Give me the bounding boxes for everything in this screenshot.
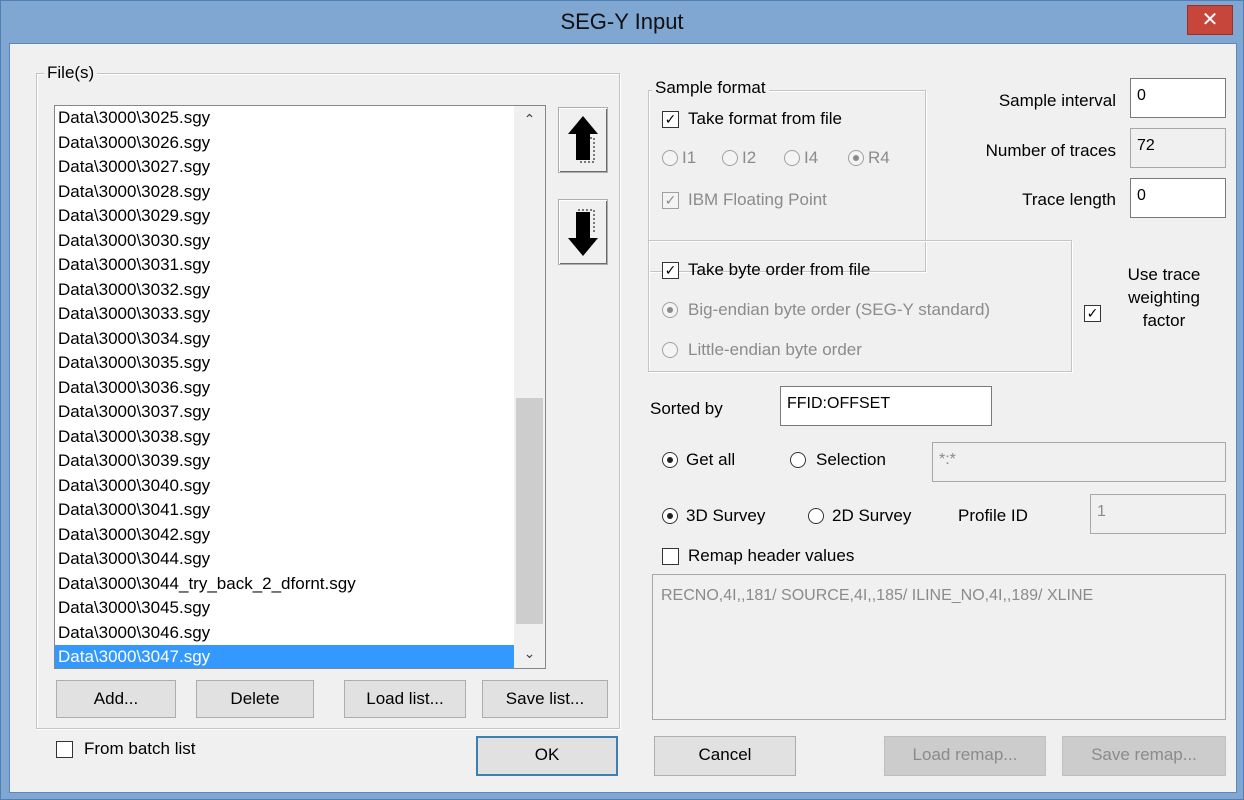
close-button[interactable]: ✕: [1187, 5, 1233, 35]
ibm-floating-point-label: IBM Floating Point: [688, 190, 827, 209]
remap-header-label: Remap header values: [688, 546, 855, 565]
file-list-item[interactable]: Data\3000\3034.sgy: [55, 327, 545, 352]
file-list-item[interactable]: Data\3000\3046.sgy: [55, 621, 545, 646]
file-list-item[interactable]: Data\3000\3036.sgy: [55, 376, 545, 401]
file-list-scrollbar[interactable]: ⌃ ⌄: [514, 106, 545, 668]
load-remap-button[interactable]: Load remap...: [884, 736, 1046, 776]
get-all-label: Get all: [686, 450, 736, 469]
cancel-button[interactable]: Cancel: [654, 736, 796, 776]
big-endian-label: Big-endian byte order (SEG-Y standard): [688, 300, 991, 319]
seg-y-input-dialog: SEG-Y Input ✕ File(s) Data\3000\3025.sgy…: [0, 0, 1244, 800]
file-list-item[interactable]: Data\3000\3038.sgy: [55, 425, 545, 450]
file-list-item[interactable]: Data\3000\3044_try_back_2_dfornt.sgy: [55, 572, 545, 597]
survey-3d-radio[interactable]: [662, 508, 678, 524]
load-list-button[interactable]: Load list...: [344, 680, 466, 718]
survey-2d-label: 2D Survey: [832, 506, 912, 525]
trace-length-label: Trace length: [1022, 190, 1116, 209]
number-of-traces-field: 72: [1130, 128, 1226, 168]
file-list-item[interactable]: Data\3000\3032.sgy: [55, 278, 545, 303]
sorted-by-label: Sorted by: [650, 399, 723, 418]
file-list-item[interactable]: Data\3000\3025.sgy: [55, 106, 545, 131]
format-i4-radio[interactable]: [784, 150, 800, 166]
file-list-items: Data\3000\3025.sgy Data\3000\3026.sgy Data…: [55, 106, 545, 668]
arrow-up-icon: [568, 116, 598, 163]
sample-interval-label: Sample interval: [998, 91, 1116, 110]
delete-file-button[interactable]: Delete: [196, 680, 314, 718]
from-batch-list-checkbox[interactable]: [56, 741, 73, 758]
selection-input[interactable]: *:*: [932, 442, 1226, 482]
take-format-checkbox[interactable]: ✓: [662, 111, 679, 128]
sorted-by-input[interactable]: FFID:OFFSET: [780, 386, 992, 426]
file-list-item[interactable]: Data\3000\3031.sgy: [55, 253, 545, 278]
number-of-traces-label: Number of traces: [985, 141, 1116, 160]
format-i2-label: I2: [742, 148, 757, 167]
format-i1-label: I1: [682, 148, 697, 167]
title-bar[interactable]: SEG-Y Input ✕: [1, 1, 1243, 43]
files-group-legend: File(s): [44, 63, 98, 83]
file-list[interactable]: Data\3000\3025.sgy Data\3000\3026.sgy Data…: [54, 105, 546, 669]
file-list-item[interactable]: Data\3000\3037.sgy: [55, 400, 545, 425]
trace-length-input[interactable]: 0: [1130, 178, 1226, 218]
take-byte-order-label: Take byte order from file: [688, 260, 871, 279]
save-list-button[interactable]: Save list...: [482, 680, 608, 718]
add-file-button[interactable]: Add...: [56, 680, 176, 718]
file-list-item[interactable]: Data\3000\3028.sgy: [55, 180, 545, 205]
file-list-item[interactable]: Data\3000\3041.sgy: [55, 498, 545, 523]
format-r4-radio[interactable]: [848, 150, 864, 166]
little-endian-radio[interactable]: [662, 342, 678, 358]
sample-interval-input[interactable]: 0: [1130, 78, 1226, 118]
big-endian-radio[interactable]: [662, 302, 678, 318]
scroll-thumb[interactable]: [516, 398, 543, 624]
format-i1-radio[interactable]: [662, 150, 678, 166]
file-list-item[interactable]: Data\3000\3033.sgy: [55, 302, 545, 327]
dialog-body: File(s) Data\3000\3025.sgy Data\3000\3026…: [9, 43, 1237, 793]
file-list-item[interactable]: Data\3000\3027.sgy: [55, 155, 545, 180]
get-all-radio[interactable]: [662, 452, 678, 468]
file-list-item[interactable]: Data\3000\3039.sgy: [55, 449, 545, 474]
arrow-down-icon: [568, 209, 598, 256]
save-remap-button[interactable]: Save remap...: [1062, 736, 1226, 776]
file-list-item[interactable]: Data\3000\3042.sgy: [55, 523, 545, 548]
remap-header-checkbox[interactable]: [662, 548, 679, 565]
file-list-item[interactable]: Data\3000\3030.sgy: [55, 229, 545, 254]
file-list-item[interactable]: Data\3000\3047.sgy: [55, 645, 545, 668]
move-up-button[interactable]: [558, 107, 608, 173]
remap-values-textarea[interactable]: RECNO,4I,,181/ SOURCE,4I,,185/ ILINE_NO,…: [652, 574, 1226, 720]
scroll-up-icon[interactable]: ⌃: [514, 106, 545, 132]
file-list-item[interactable]: Data\3000\3040.sgy: [55, 474, 545, 499]
from-batch-list-label: From batch list: [84, 739, 196, 758]
survey-2d-radio[interactable]: [808, 508, 824, 524]
scroll-down-icon[interactable]: ⌄: [514, 640, 545, 666]
file-list-item[interactable]: Data\3000\3044.sgy: [55, 547, 545, 572]
sample-format-legend: Sample format: [652, 78, 769, 98]
file-list-item[interactable]: Data\3000\3035.sgy: [55, 351, 545, 376]
window-title: SEG-Y Input: [560, 9, 684, 34]
little-endian-label: Little-endian byte order: [688, 340, 862, 359]
take-byte-order-checkbox[interactable]: ✓: [662, 262, 679, 279]
take-format-label: Take format from file: [688, 109, 842, 128]
profile-id-input[interactable]: 1: [1090, 494, 1226, 534]
file-list-item[interactable]: Data\3000\3045.sgy: [55, 596, 545, 621]
selection-label: Selection: [816, 450, 886, 469]
survey-3d-label: 3D Survey: [686, 506, 766, 525]
profile-id-label: Profile ID: [958, 506, 1028, 525]
format-i2-radio[interactable]: [722, 150, 738, 166]
ok-button[interactable]: OK: [476, 736, 618, 776]
trace-weighting-checkbox[interactable]: ✓: [1084, 305, 1101, 322]
move-down-button[interactable]: [558, 199, 608, 265]
trace-weighting-label: Use trace weighting factor: [1127, 265, 1201, 330]
selection-radio[interactable]: [790, 452, 806, 468]
file-list-item[interactable]: Data\3000\3026.sgy: [55, 131, 545, 156]
ibm-floating-point-checkbox[interactable]: ✓: [662, 192, 679, 209]
format-i4-label: I4: [804, 148, 819, 167]
format-r4-label: R4: [868, 148, 890, 167]
file-list-item[interactable]: Data\3000\3029.sgy: [55, 204, 545, 229]
